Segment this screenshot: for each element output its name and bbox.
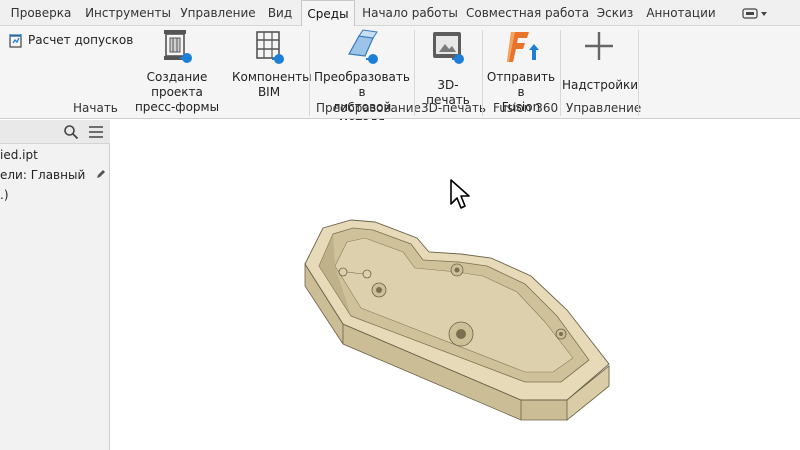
tolerance-icon xyxy=(9,33,22,48)
mold-design-icon xyxy=(164,30,192,63)
panel-label-convert: Преобразование xyxy=(316,101,421,115)
graphics-viewport[interactable] xyxy=(111,120,800,450)
panel-label-fusion: Fusion 360 xyxy=(493,101,559,115)
panel-divider xyxy=(560,30,561,116)
part-model xyxy=(304,219,610,421)
browser-file-node[interactable]: ied.ipt xyxy=(0,148,38,162)
pencil-icon[interactable] xyxy=(95,168,107,180)
bim-content-label-1: Компоненты xyxy=(232,70,312,84)
ribbon-display-dropdown[interactable] xyxy=(742,8,768,20)
panel-label-begin: Начать xyxy=(73,101,118,115)
tolerance-analysis-button[interactable]: Расчет допусков xyxy=(8,30,133,50)
add-ins-icon xyxy=(585,32,613,60)
mold-design-label-1: Создание проекта xyxy=(146,70,208,99)
model-browser-header xyxy=(0,120,110,144)
ribbon-tab-bar: Проверка Инструменты Управление Вид Сред… xyxy=(0,0,800,27)
send-to-fusion-label-1: Отправить в xyxy=(486,70,556,99)
mold-design-label-2: пресс-формы xyxy=(134,100,220,114)
bim-content-icon xyxy=(256,31,284,64)
tab-manage[interactable]: Управление xyxy=(178,0,258,26)
panel-label-manage: Управление xyxy=(566,101,642,115)
3d-print-icon xyxy=(433,32,464,64)
tab-collaborate[interactable]: Совместная работа xyxy=(466,0,589,26)
mouse-cursor-icon xyxy=(450,179,470,209)
tab-get-started[interactable]: Начало работы xyxy=(361,0,459,26)
add-ins-label: Надстройки xyxy=(562,78,639,92)
tab-view[interactable]: Вид xyxy=(264,0,296,26)
panel-divider xyxy=(414,30,415,116)
panel-divider xyxy=(482,30,483,116)
panel-label-3d-print: 3D-печать xyxy=(421,101,486,115)
fusion-icon xyxy=(507,32,539,62)
menu-icon[interactable] xyxy=(88,125,104,139)
convert-sheet-metal-label-1: Преобразовать в xyxy=(314,70,410,99)
bim-content-button[interactable]: Компоненты BIM xyxy=(232,28,312,100)
tab-tools[interactable]: Инструменты xyxy=(82,0,174,26)
tolerance-analysis-label: Расчет допусков xyxy=(28,33,134,47)
bim-content-label-2: BIM xyxy=(257,85,281,99)
panel-divider xyxy=(309,30,310,116)
mold-design-button[interactable]: Создание проекта пресс-формы xyxy=(124,28,230,115)
tab-annotate[interactable]: Аннотации xyxy=(644,0,718,26)
add-ins-button[interactable]: Надстройки xyxy=(562,28,639,93)
browser-tree-item[interactable]: .) xyxy=(0,188,9,202)
sheet-metal-icon xyxy=(348,29,378,64)
model-browser: ied.ipt ели: Главный .) xyxy=(0,120,110,450)
ribbon-display-icon xyxy=(742,8,767,19)
search-icon[interactable] xyxy=(63,124,79,140)
tab-environments[interactable]: Среды xyxy=(301,0,355,27)
tab-inspect[interactable]: Проверка xyxy=(6,0,76,26)
3d-print-button[interactable]: 3D-печать xyxy=(416,28,480,108)
tab-sketch[interactable]: Эскиз xyxy=(594,0,636,26)
ribbon: Расчет допусков Создание проекта пресс-ф… xyxy=(0,26,800,129)
panel-divider xyxy=(638,30,639,116)
browser-view-representation[interactable]: ели: Главный xyxy=(0,168,85,182)
